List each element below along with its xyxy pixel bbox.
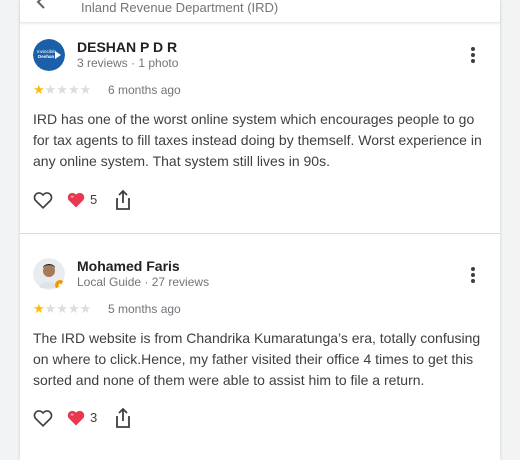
reviewer-name[interactable]: Mohamed Faris [77,258,180,274]
more-options-icon[interactable] [468,45,478,65]
star-icon: ★ [79,301,92,316]
star-rating: ★★★★★ [33,83,91,97]
share-icon[interactable] [113,407,133,429]
local-guide-badge-icon [55,280,65,290]
reaction-count: 5 [90,192,98,207]
star-rating: ★★★★★ [33,302,91,316]
review-card: Mohamed Faris Local Guide · 27 reviews ★… [20,234,500,460]
like-heart-icon[interactable] [32,407,54,429]
red-heart-emoji-icon [67,410,85,426]
place-header: Inland Revenue Department (IRD) [20,0,500,23]
like-heart-icon[interactable] [32,189,54,211]
star-icon: ★ [79,82,92,97]
star-icon: ★ [33,82,45,97]
reviews-panel: Inland Revenue Department (IRD) Invincib… [20,0,500,460]
more-options-icon[interactable] [468,265,478,285]
place-subtitle: Inland Revenue Department (IRD) [81,0,279,15]
reviewer-name[interactable]: DESHAN P D R [77,39,177,55]
back-arrow-icon[interactable] [34,0,50,10]
review-date: 5 months ago [108,302,181,316]
share-icon[interactable] [113,189,133,211]
reviewer-meta: Local Guide · 27 reviews [77,275,210,289]
star-icon: ★ [44,82,57,97]
star-icon: ★ [56,82,68,97]
avatar-logo-icon: Invincible Deshan [33,39,65,71]
avatar[interactable] [33,258,65,290]
avatar[interactable]: Invincible Deshan [33,39,65,71]
star-icon: ★ [44,301,57,316]
red-heart-emoji-icon [67,192,85,208]
review-text: The IRD website is from Chandrika Kumara… [33,330,481,388]
review-date: 6 months ago [108,83,181,97]
star-icon: ★ [56,301,68,316]
star-icon: ★ [67,301,80,316]
star-icon: ★ [33,301,45,316]
review-text: IRD has one of the worst online system w… [33,111,482,169]
reviewer-meta: 3 reviews · 1 photo [77,56,179,70]
svg-text:Deshan: Deshan [38,54,55,59]
reaction-count: 3 [90,410,98,425]
review-card: Invincible Deshan DESHAN P D R 3 reviews… [20,23,500,234]
star-icon: ★ [67,82,80,97]
